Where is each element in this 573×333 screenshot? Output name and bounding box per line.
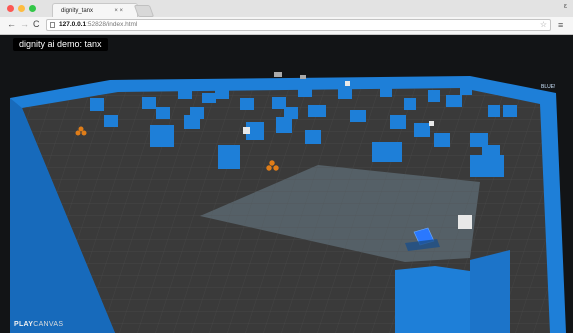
browser-tab[interactable]: dignity_tanx × ×: [52, 3, 138, 17]
title-bar: dignity_tanx × × ε: [0, 0, 573, 17]
game-canvas[interactable]: dignity ai demo: tanx BLUE! PLAYCANVAS: [0, 35, 573, 333]
team-label: BLUE!: [541, 84, 556, 90]
address-bar[interactable]: 127.0.0.1:52828/index.html ☆: [46, 19, 551, 31]
tab-title: dignity_tanx: [61, 8, 94, 14]
back-icon[interactable]: ←: [7, 19, 16, 29]
page-icon: [50, 22, 55, 28]
brand-bold: PLAY: [14, 321, 34, 328]
brand-light: CANVAS: [33, 321, 64, 328]
maximize-window-button[interactable]: [29, 5, 36, 12]
bookmark-star-icon[interactable]: ☆: [540, 20, 547, 30]
close-window-button[interactable]: [7, 5, 14, 12]
user-icon[interactable]: ε: [564, 3, 567, 10]
browser-toolbar: ← → C 127.0.0.1:52828/index.html ☆ ≡: [0, 17, 573, 35]
game-scene: [10, 72, 566, 333]
minimize-window-button[interactable]: [18, 5, 25, 12]
menu-icon[interactable]: ≡: [558, 20, 563, 30]
browser-window: dignity_tanx × × ε ← → C 127.0.0.1:52828…: [0, 0, 573, 333]
wall-block: [395, 266, 470, 333]
wall-block: [470, 250, 510, 333]
enemy-tanks: [274, 72, 306, 79]
reload-icon[interactable]: C: [33, 19, 40, 29]
url-host: 127.0.0.1: [59, 21, 87, 28]
tab-close-icon[interactable]: × ×: [114, 4, 123, 18]
demo-title: dignity ai demo: tanx: [13, 38, 108, 51]
url-path: :52828/index.html: [86, 21, 138, 28]
forward-icon[interactable]: →: [20, 19, 29, 29]
playcanvas-logo: PLAYCANVAS: [14, 321, 63, 328]
new-tab-button[interactable]: [133, 5, 155, 17]
